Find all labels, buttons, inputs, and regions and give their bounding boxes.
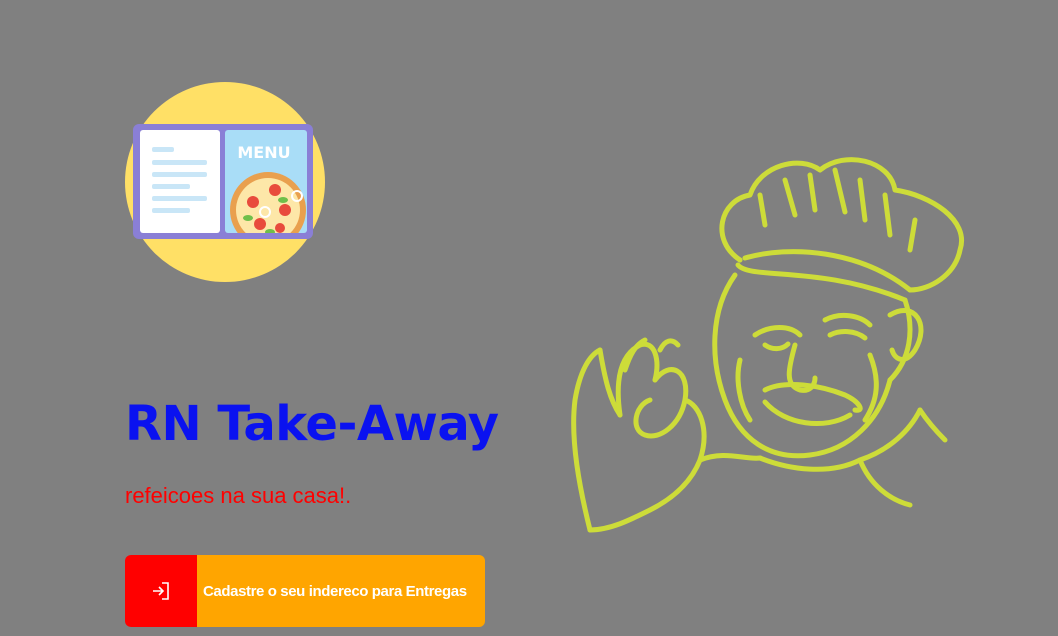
- sign-in-icon: [125, 555, 197, 627]
- page-title: RN Take-Away: [125, 396, 499, 452]
- chef-icon: [571, 157, 965, 533]
- menu-book-logo: MENU: [125, 82, 325, 282]
- page: MENU RN Take-Away refeicoes na sua casa!…: [0, 0, 1058, 636]
- register-address-label: Cadastre o seu indereco para Entregas: [197, 555, 485, 627]
- menu-label: MENU: [237, 143, 290, 162]
- page-subtitle: refeicoes na sua casa!.: [125, 483, 352, 508]
- menu-book-icon: MENU: [125, 82, 325, 282]
- register-address-button[interactable]: Cadastre o seu indereco para Entregas: [125, 555, 485, 627]
- chef-illustration: [560, 140, 980, 560]
